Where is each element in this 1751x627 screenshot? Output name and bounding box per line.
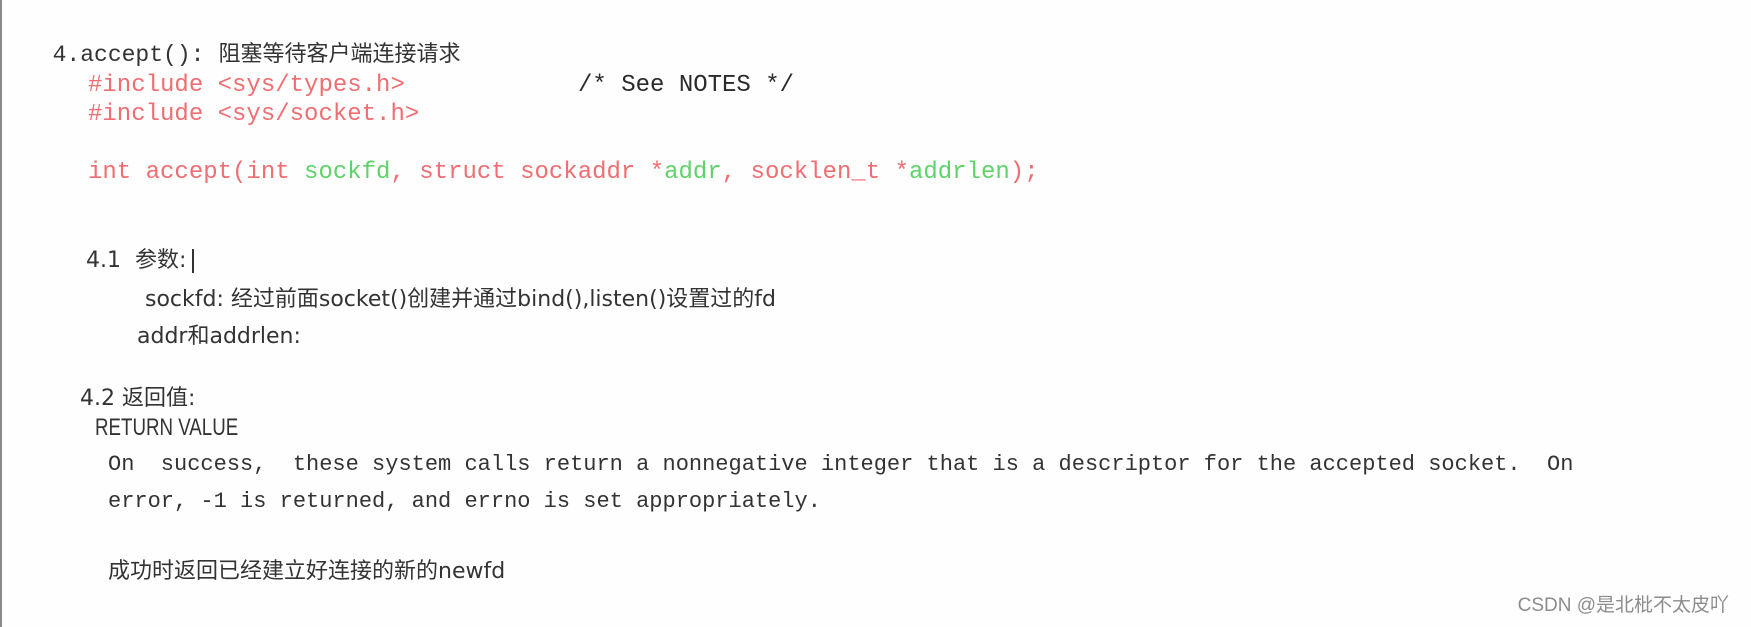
csdn-watermark: CSDN @是北枇不太皮吖 bbox=[1517, 595, 1729, 616]
params-title-text: 4.1 参数: bbox=[86, 248, 187, 273]
include-socket: #include <sys/socket.h> bbox=[88, 101, 420, 128]
include-comment: /* See NOTES */ bbox=[578, 72, 795, 99]
return-desc-line-2: error, -1 is returned, and errno is set … bbox=[108, 489, 821, 514]
param-addr: addr bbox=[664, 159, 722, 186]
param-sockfd: sockfd bbox=[304, 159, 391, 186]
return-desc-line-1: On success, these system calls return a … bbox=[108, 452, 1574, 477]
proto-part-2: , struct sockaddr * bbox=[390, 159, 665, 186]
return-title: 4.2 返回值: bbox=[80, 386, 196, 411]
proto-part-1: int accept(int bbox=[88, 159, 305, 186]
include-types: #include <sys/types.h> bbox=[88, 72, 405, 99]
param-addr-desc: addr和addrlen: bbox=[137, 324, 301, 349]
heading-description: 阻塞等待客户端连接请求 bbox=[218, 42, 461, 67]
text-cursor bbox=[192, 249, 195, 273]
param-sockfd-desc: sockfd: 经过前面socket()创建并通过bind(),listen()… bbox=[145, 287, 776, 312]
return-note: 成功时返回已经建立好连接的新的newfd bbox=[108, 559, 506, 584]
function-prototype: int accept(int sockfd, struct sockaddr *… bbox=[88, 159, 1039, 186]
params-title: 4.1 参数: bbox=[86, 242, 195, 274]
section-heading: 4.accept(): 阻塞等待客户端连接请求 bbox=[25, 10, 461, 68]
heading-number: 4.accept(): bbox=[52, 42, 205, 68]
proto-part-4: ); bbox=[1009, 159, 1039, 186]
left-border bbox=[0, 0, 2, 627]
param-addrlen: addrlen bbox=[908, 159, 1010, 186]
return-value-heading: RETURN VALUE bbox=[95, 414, 239, 441]
proto-part-3: , socklen_t * bbox=[721, 159, 909, 186]
